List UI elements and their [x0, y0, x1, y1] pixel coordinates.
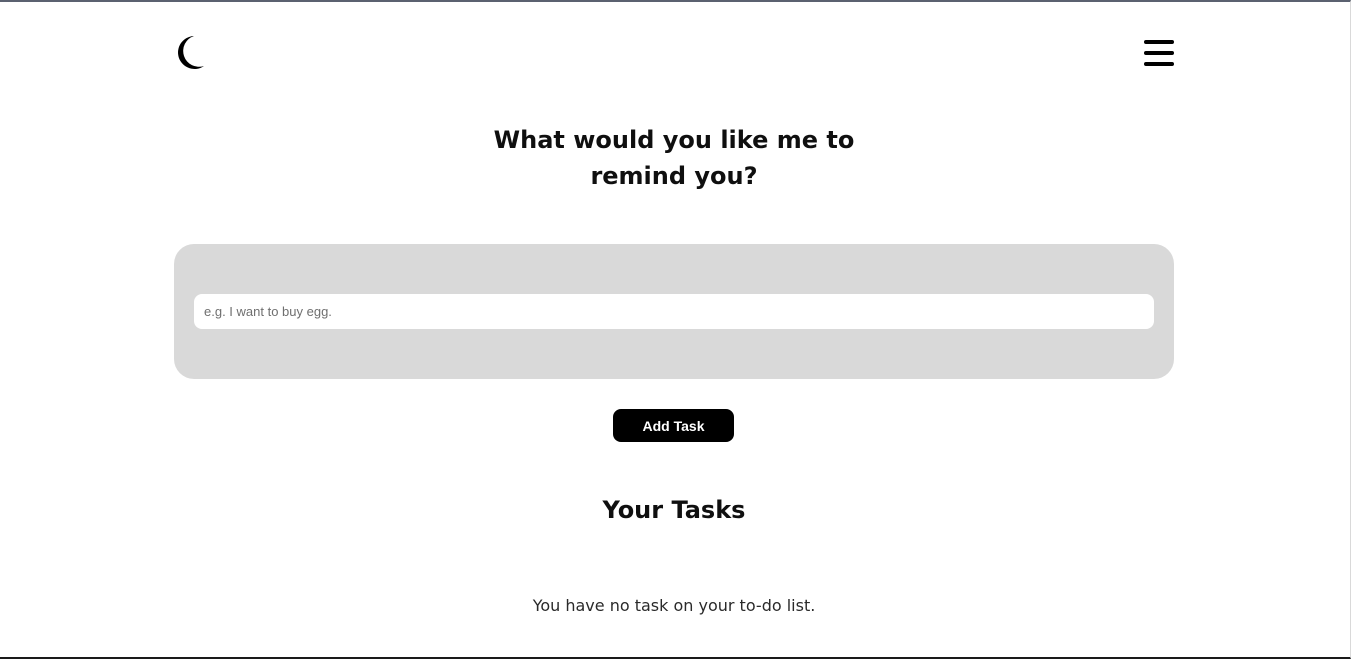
- empty-tasks-message: You have no task on your to-do list.: [532, 596, 816, 615]
- task-input[interactable]: [194, 294, 1154, 329]
- add-task-button[interactable]: Add Task: [613, 409, 734, 442]
- app-window: What would you like me to remind you? Ad…: [0, 0, 1351, 659]
- hamburger-menu-icon[interactable]: [1144, 40, 1174, 66]
- moon-icon[interactable]: [172, 34, 208, 70]
- header: [174, 34, 1174, 74]
- main-container: What would you like me to remind you? Ad…: [174, 2, 1174, 657]
- page-title-line-2: remind you?: [590, 162, 758, 190]
- tasks-heading: Your Tasks: [602, 496, 746, 524]
- page-title: What would you like me to remind you?: [174, 122, 1174, 194]
- page-title-line-1: What would you like me to: [493, 126, 855, 154]
- task-input-panel: [174, 244, 1174, 379]
